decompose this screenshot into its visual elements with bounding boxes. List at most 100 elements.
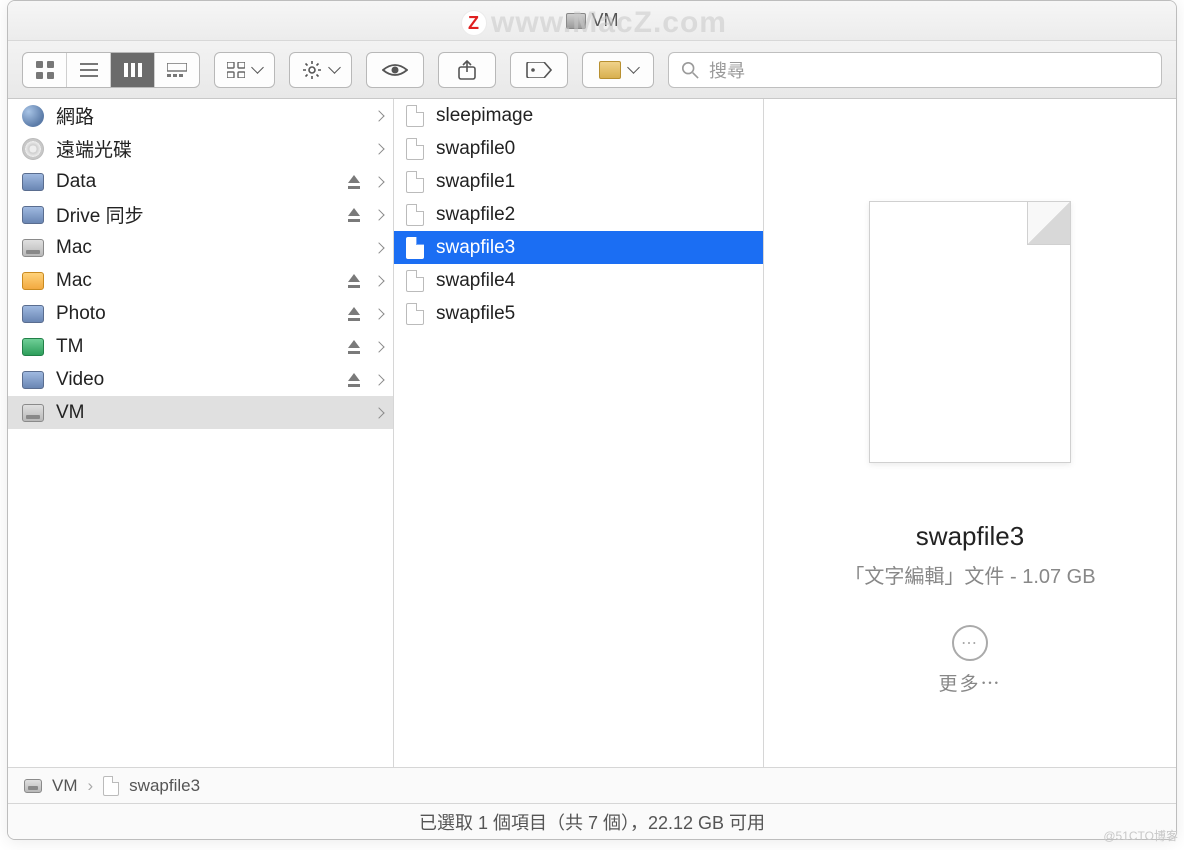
file-name: swapfile4 xyxy=(436,270,515,292)
chevron-right-icon xyxy=(373,308,384,319)
path-dropdown-button[interactable] xyxy=(582,52,654,88)
file-name: swapfile3 xyxy=(436,237,515,259)
sidebar-item-label: Drive 同步 xyxy=(56,201,347,228)
path-bar: VM › swapfile3 xyxy=(8,767,1176,803)
net-icon xyxy=(22,305,44,323)
chevron-right-icon xyxy=(373,209,384,220)
green-icon xyxy=(22,338,44,356)
sidebar-item-label: 網路 xyxy=(56,102,375,129)
chevron-right-icon xyxy=(373,176,384,187)
file-row[interactable]: swapfile2 xyxy=(394,198,763,231)
document-icon xyxy=(406,237,424,259)
sidebar-item[interactable]: Photo xyxy=(8,297,393,330)
chevron-right-icon xyxy=(373,110,384,121)
eject-icon[interactable] xyxy=(347,175,361,189)
document-icon xyxy=(406,171,424,193)
file-row[interactable]: sleepimage xyxy=(394,99,763,132)
path-separator: › xyxy=(88,776,94,796)
sidebar-item[interactable]: TM xyxy=(8,330,393,363)
file-row[interactable]: swapfile4 xyxy=(394,264,763,297)
eject-icon[interactable] xyxy=(347,307,361,321)
more-label: 更多⋯ xyxy=(938,669,1001,696)
gear-icon xyxy=(302,60,322,80)
sidebar-item[interactable]: Mac xyxy=(8,231,393,264)
grid-icon xyxy=(227,62,245,78)
eject-icon[interactable] xyxy=(347,340,361,354)
tags-button[interactable] xyxy=(510,52,568,88)
view-column-button[interactable] xyxy=(111,53,155,87)
document-icon xyxy=(406,303,424,325)
hdd-icon xyxy=(22,404,44,422)
sidebar-item-label: Photo xyxy=(56,303,347,325)
file-row[interactable]: swapfile0 xyxy=(394,132,763,165)
sidebar-item[interactable]: Drive 同步 xyxy=(8,198,393,231)
hdd-icon xyxy=(22,239,44,257)
file-name: swapfile0 xyxy=(436,138,515,160)
net-icon xyxy=(22,173,44,191)
sidebar-item[interactable]: Video xyxy=(8,363,393,396)
file-row[interactable]: swapfile3 xyxy=(394,231,763,264)
chevron-right-icon xyxy=(373,374,384,385)
view-mode-segment xyxy=(22,52,200,88)
view-list-button[interactable] xyxy=(67,53,111,87)
preview-document-icon xyxy=(869,201,1071,463)
group-by-button[interactable] xyxy=(214,52,275,88)
share-button[interactable] xyxy=(438,52,496,88)
preview-meta: 「文字編輯」文件 - 1.07 GB xyxy=(844,560,1095,589)
sidebar-item[interactable]: Mac xyxy=(8,264,393,297)
document-icon xyxy=(406,138,424,160)
sidebar-item[interactable]: Data xyxy=(8,165,393,198)
search-placeholder: 搜尋 xyxy=(709,57,745,83)
credit: @51CTO博客 xyxy=(1103,827,1178,844)
status-bar: 已選取 1 個項目（共 7 個），22.12 GB 可用 xyxy=(8,803,1176,839)
sidebar-item[interactable]: VM xyxy=(8,396,393,429)
orange-icon xyxy=(22,272,44,290)
preview-pane: swapfile3 「文字編輯」文件 - 1.07 GB ⋯ 更多⋯ xyxy=(764,99,1176,767)
file-row[interactable]: swapfile5 xyxy=(394,297,763,330)
chevron-right-icon xyxy=(373,275,384,286)
folder-icon xyxy=(599,61,621,79)
finder-window: VM Z www.MacZ.com xyxy=(7,0,1177,840)
file-name: swapfile5 xyxy=(436,303,515,325)
eject-icon[interactable] xyxy=(347,208,361,222)
volume-icon xyxy=(566,13,586,29)
tag-icon xyxy=(526,62,552,78)
toolbar: 搜尋 xyxy=(8,41,1176,99)
quicklook-button[interactable] xyxy=(366,52,424,88)
view-icon-button[interactable] xyxy=(23,53,67,87)
file-name: swapfile2 xyxy=(436,204,515,226)
preview-filename: swapfile3 xyxy=(916,521,1024,552)
file-column: sleepimage swapfile0 swapfile1 swapfile2 swa… xyxy=(394,99,764,767)
chevron-right-icon xyxy=(373,341,384,352)
window-title: VM xyxy=(592,10,619,31)
sidebar-item-label: TM xyxy=(56,336,347,358)
document-icon xyxy=(406,105,424,127)
file-name: swapfile1 xyxy=(436,171,515,193)
path-folder[interactable]: VM xyxy=(52,776,78,796)
file-name: sleepimage xyxy=(436,105,533,127)
sidebar-item[interactable]: 網路 xyxy=(8,99,393,132)
net-icon xyxy=(22,371,44,389)
eject-icon[interactable] xyxy=(347,274,361,288)
more-button[interactable]: ⋯ xyxy=(952,625,988,661)
share-icon xyxy=(458,60,476,80)
eye-icon xyxy=(382,62,408,78)
action-button[interactable] xyxy=(289,52,352,88)
sidebar-item-label: Video xyxy=(56,369,347,391)
chevron-right-icon xyxy=(373,407,384,418)
document-icon xyxy=(103,776,119,796)
net-icon xyxy=(22,206,44,224)
sidebar-item[interactable]: 遠端光碟 xyxy=(8,132,393,165)
main-area: 網路遠端光碟 Data Drive 同步 MacMac Photo TM Video VM s… xyxy=(8,99,1176,767)
sidebar-item-label: VM xyxy=(56,402,375,424)
view-gallery-button[interactable] xyxy=(155,53,199,87)
titlebar: VM xyxy=(8,1,1176,41)
sidebar-item-label: Data xyxy=(56,171,347,193)
document-icon xyxy=(406,270,424,292)
globe-icon xyxy=(22,105,44,127)
file-row[interactable]: swapfile1 xyxy=(394,165,763,198)
path-file[interactable]: swapfile3 xyxy=(129,776,200,796)
search-field[interactable]: 搜尋 xyxy=(668,52,1162,88)
sidebar-item-label: 遠端光碟 xyxy=(56,135,375,162)
eject-icon[interactable] xyxy=(347,373,361,387)
